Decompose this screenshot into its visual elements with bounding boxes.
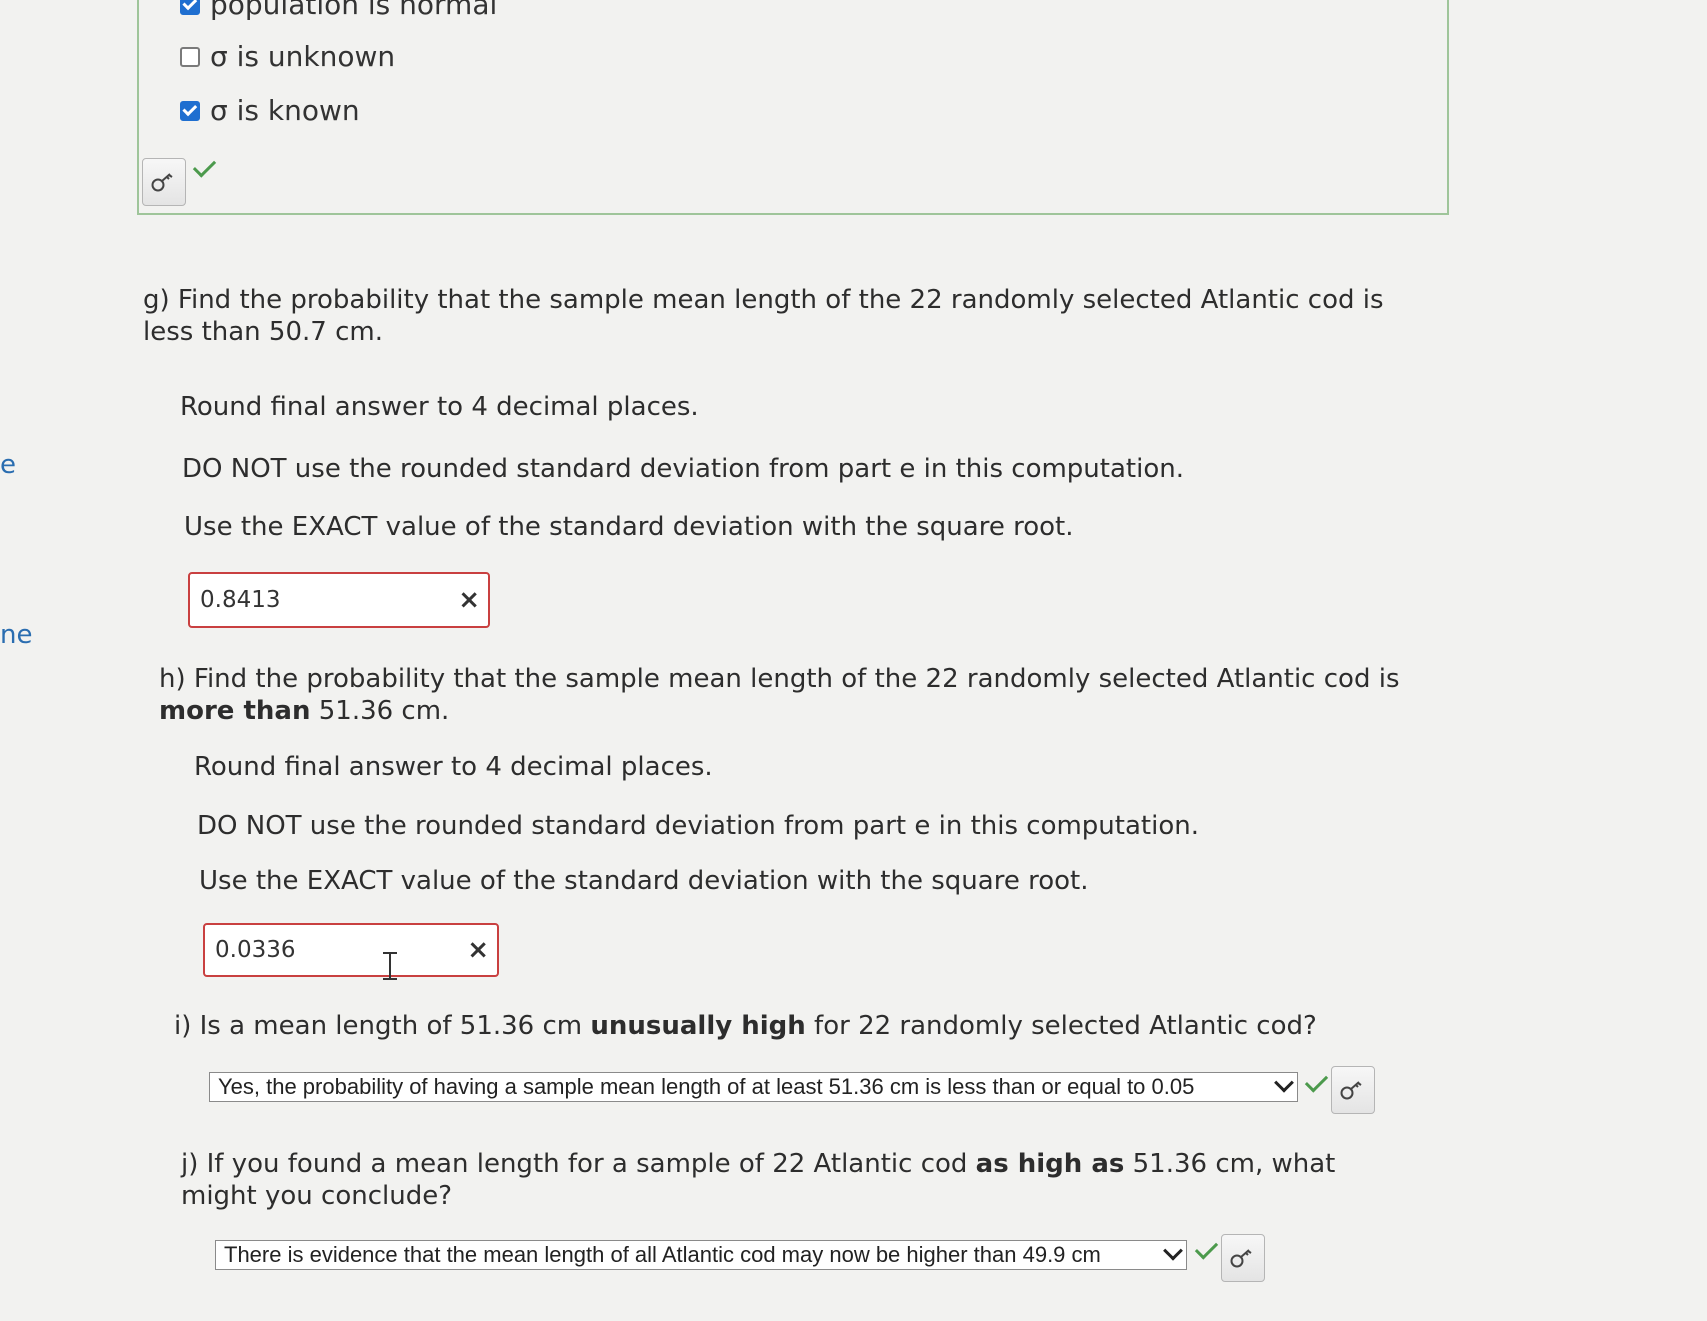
- chevron-down-icon: [1274, 1072, 1294, 1093]
- checkbox[interactable]: [180, 100, 200, 121]
- option-label: σ is known: [210, 94, 360, 127]
- option-sigma-unknown[interactable]: σ is unknown: [180, 40, 395, 73]
- question-text: i) Is a mean length of 51.36 cm: [174, 1011, 591, 1041]
- selected-option: Yes, the probability of having a sample …: [218, 1074, 1195, 1099]
- question-j: j) If you found a mean length for a samp…: [181, 1148, 1361, 1212]
- chevron-down-icon: [1163, 1240, 1183, 1261]
- question-emphasis: as high as: [975, 1149, 1125, 1179]
- left-edge-fragment: e: [0, 450, 16, 480]
- option-label: population is normal: [210, 0, 498, 21]
- key-icon: [1340, 1081, 1362, 1100]
- selected-option: There is evidence that the mean length o…: [224, 1242, 1101, 1267]
- checkbox[interactable]: [180, 46, 200, 67]
- correct-check-icon: [1304, 1069, 1329, 1093]
- incorrect-x-icon: ×: [467, 935, 489, 965]
- question-g: g) Find the probability that the sample …: [143, 285, 1384, 347]
- question-text: for 22 randomly selected Atlantic cod?: [805, 1011, 1317, 1041]
- instruction-h-3: Use the EXACT value of the standard devi…: [199, 866, 1089, 896]
- answer-input-h[interactable]: 0.0336 ×: [203, 923, 499, 977]
- instruction-h-2: DO NOT use the rounded standard deviatio…: [197, 811, 1199, 841]
- question-text: 51.36 cm.: [310, 696, 450, 726]
- answer-value: 0.0336: [215, 937, 296, 963]
- instruction-g-3: Use the EXACT value of the standard devi…: [184, 512, 1074, 542]
- instruction-g-2: DO NOT use the rounded standard deviatio…: [182, 454, 1184, 484]
- incorrect-x-icon: ×: [458, 585, 480, 615]
- option-population-normal[interactable]: population is normal: [180, 0, 497, 21]
- instruction-g-1: Round final answer to 4 decimal places.: [180, 392, 699, 422]
- key-button[interactable]: [1221, 1234, 1265, 1282]
- question-text: j) If you found a mean length for a samp…: [181, 1149, 976, 1179]
- key-icon: [1230, 1249, 1252, 1268]
- text-cursor-icon: [383, 952, 397, 980]
- key-button[interactable]: [142, 158, 186, 206]
- left-edge-fragment: ne: [0, 620, 33, 650]
- key-button[interactable]: [1331, 1066, 1375, 1114]
- instruction-h-1: Round final answer to 4 decimal places.: [194, 752, 713, 782]
- answer-value: 0.8413: [200, 587, 281, 613]
- question-text: h) Find the probability that the sample …: [159, 664, 1400, 694]
- option-label: σ is unknown: [210, 40, 396, 73]
- conclusion-select-i[interactable]: Yes, the probability of having a sample …: [209, 1072, 1298, 1102]
- question-i: i) Is a mean length of 51.36 cm unusuall…: [174, 1010, 1464, 1042]
- question-emphasis: more than: [159, 696, 311, 726]
- conclusion-select-j[interactable]: There is evidence that the mean length o…: [215, 1240, 1187, 1270]
- option-sigma-known[interactable]: σ is known: [180, 94, 360, 127]
- correct-check-icon: [1194, 1236, 1219, 1260]
- key-icon: [151, 173, 173, 192]
- checkbox[interactable]: [180, 0, 200, 15]
- answer-input-g[interactable]: 0.8413 ×: [188, 572, 490, 628]
- question-h: h) Find the probability that the sample …: [159, 663, 1449, 727]
- question-emphasis: unusually high: [590, 1011, 806, 1041]
